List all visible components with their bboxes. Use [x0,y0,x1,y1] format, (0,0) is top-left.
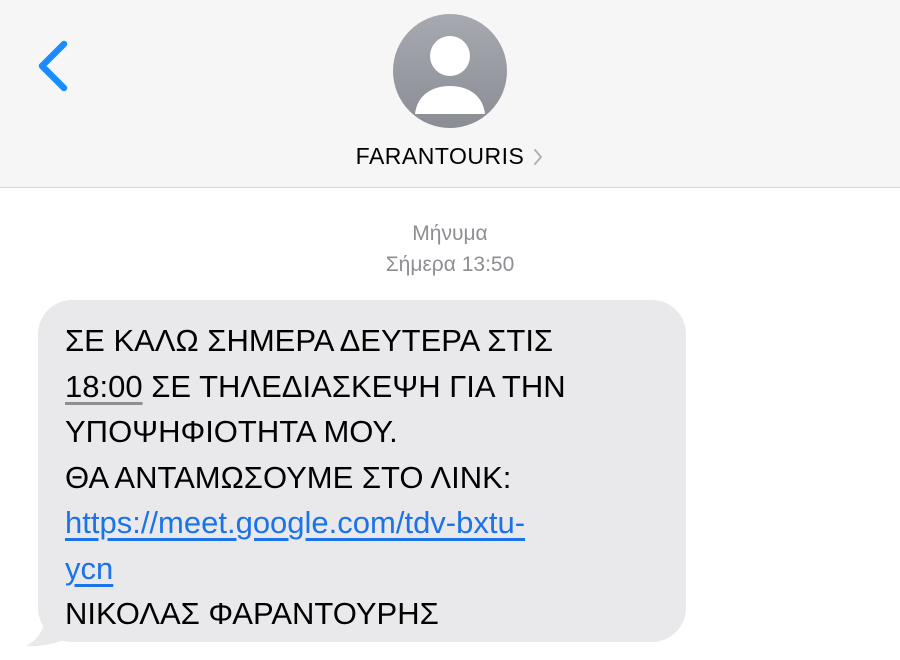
meeting-url-link-continued[interactable]: ycn [65,551,113,586]
message-line: ΘΑ ΑΝΤΑΜΩΣΟΥΜΕ ΣΤΟ ΛΙΝΚ: [65,459,512,495]
contact-name: FARANTOURIS [355,142,525,169]
person-silhouette-icon [415,36,485,114]
back-button[interactable] [30,38,80,94]
service-label: Μήνυμα [412,222,488,245]
chevron-left-icon [38,40,68,92]
contact-details-button[interactable]: FARANTOURIS [0,141,900,171]
conversation-header: FARANTOURIS [0,0,900,188]
message-timestamp: Σήμερα 13:50 [385,253,515,276]
message-link-line: https://meet.google.com/tdv-bxtu- [65,500,665,546]
time-detected-link[interactable]: 18:00 [65,369,143,404]
meeting-url-link[interactable]: https://meet.google.com/tdv-bxtu- [65,505,525,540]
message-link-line: ycn [65,546,665,592]
message-line: ΣΕ ΚΑΛΩ ΣΗΜΕΡΑ ΔΕΥΤΕΡΑ ΣΤΙΣ [65,323,554,358]
message-line-rest: ΣΕ ΤΗΛΕΔΙΑΣΚΕΨΗ ΓΙΑ ΤΗΝ [142,368,566,404]
message-text: ΣΕ ΚΑΛΩ ΣΗΜΕΡΑ ΔΕΥΤΕΡΑ ΣΤΙΣ 18:00 ΣΕ ΤΗΛ… [65,318,665,637]
contact-avatar[interactable] [393,14,507,128]
message-signature: ΝΙΚΟΛΑΣ ΦΑΡΑΝΤΟΥΡΗΣ [65,596,439,631]
message-line: 18:00 ΣΕ ΤΗΛΕΔΙΑΣΚΕΨΗ ΓΙΑ ΤΗΝ [65,364,665,410]
message-line: ΥΠΟΨΗΦΙΟΤΗΤΑ ΜΟΥ. [65,414,398,449]
chevron-right-icon [534,149,543,165]
